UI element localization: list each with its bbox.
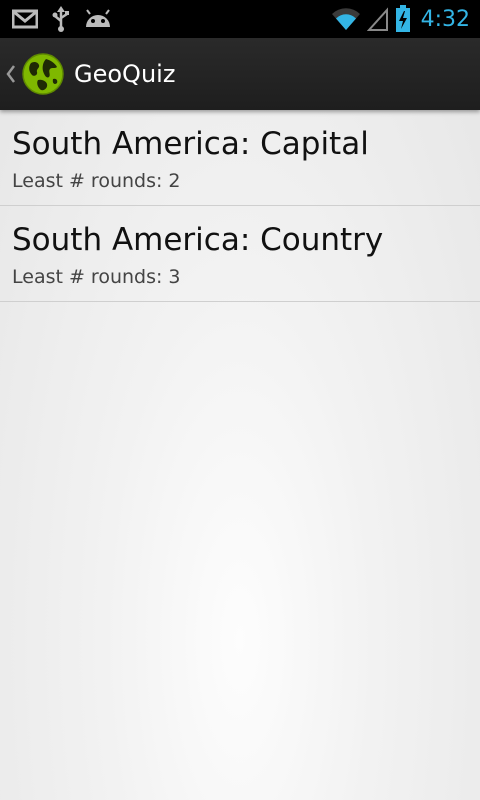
notification-icons	[12, 6, 112, 32]
wifi-icon	[331, 8, 360, 30]
quiz-list: South America: Capital Least # rounds: 2…	[0, 110, 480, 302]
usb-icon	[52, 6, 69, 32]
quiz-item-capital[interactable]: South America: Capital Least # rounds: 2	[0, 110, 480, 206]
action-bar: GeoQuiz	[0, 38, 480, 110]
status-bar: 4:32	[0, 0, 480, 38]
quiz-item-country[interactable]: South America: Country Least # rounds: 3	[0, 206, 480, 302]
clock: 4:32	[420, 6, 470, 32]
up-navigation[interactable]	[6, 64, 16, 84]
quiz-subtitle: Least # rounds: 2	[12, 170, 181, 192]
cell-signal-icon	[366, 7, 388, 31]
app-title: GeoQuiz	[74, 60, 176, 88]
system-status-icons: 4:32	[331, 4, 470, 34]
quiz-subtitle: Least # rounds: 3	[12, 266, 181, 288]
gmail-icon	[12, 9, 38, 29]
globe-icon[interactable]	[22, 53, 64, 95]
chevron-left-icon	[6, 65, 15, 83]
battery-charging-icon	[395, 5, 410, 32]
android-debug-icon	[86, 9, 110, 27]
quiz-title: South America: Capital	[12, 126, 369, 162]
quiz-title: South America: Country	[12, 222, 384, 258]
